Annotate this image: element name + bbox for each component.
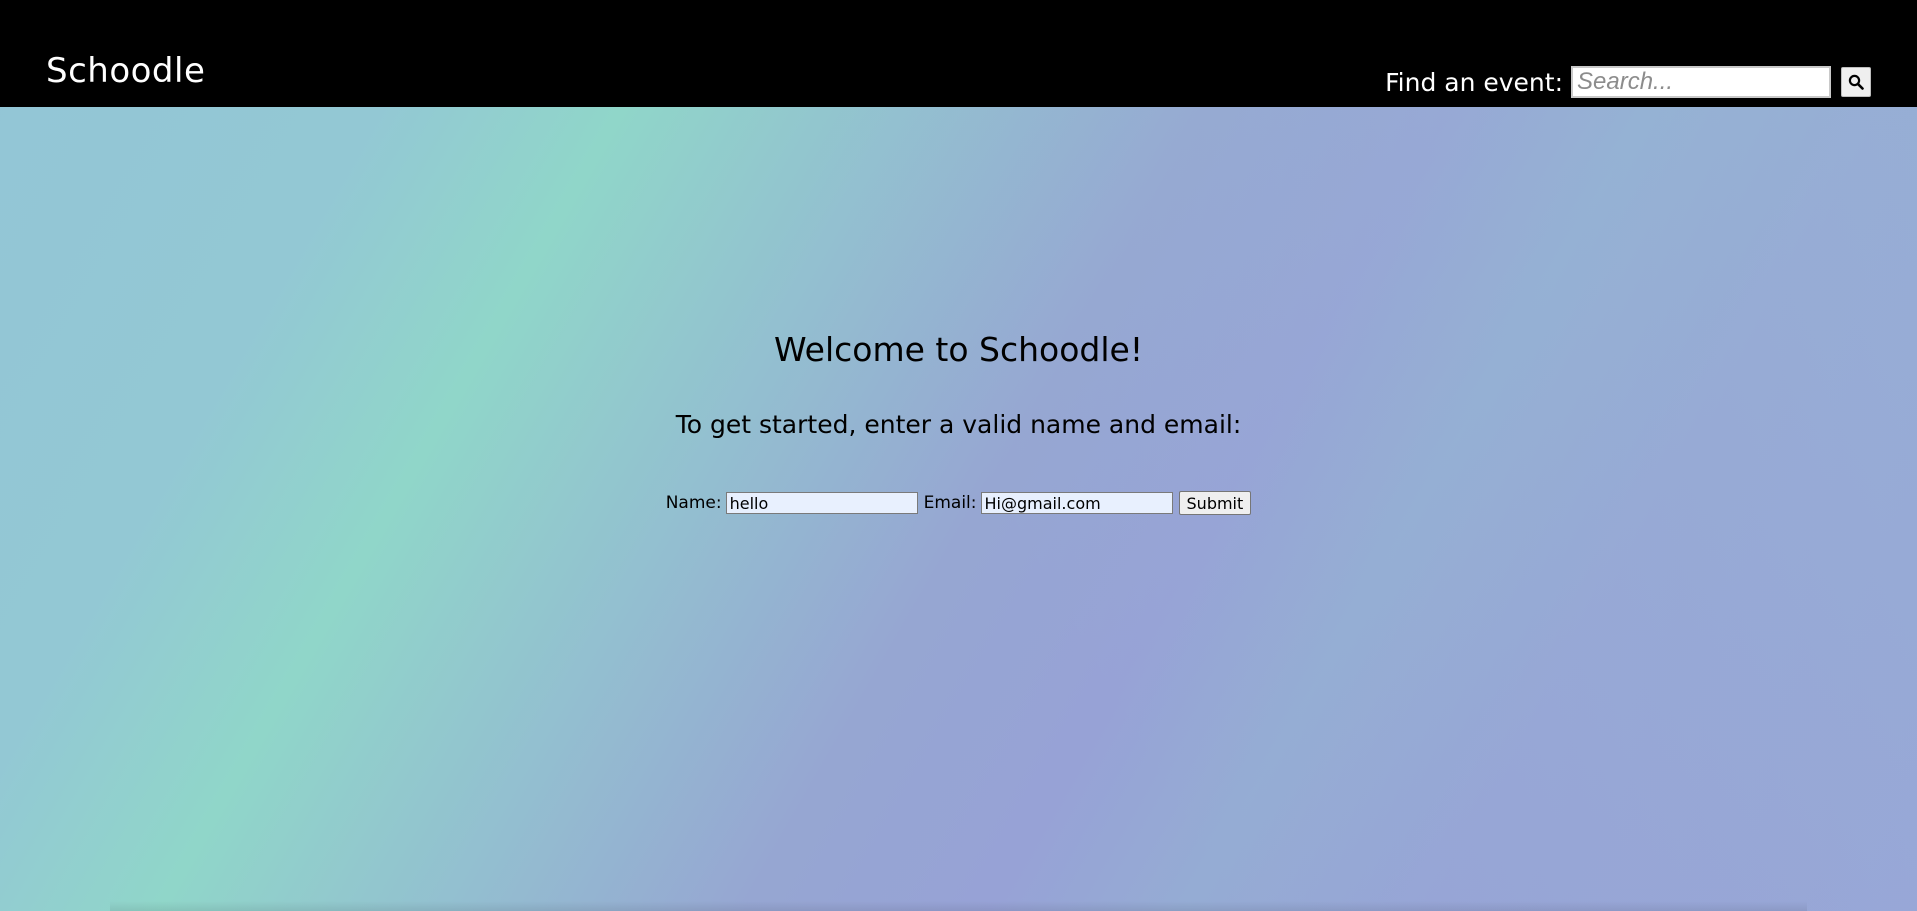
site-logo[interactable]: Schoodle	[46, 54, 205, 88]
submit-button[interactable]: Submit	[1178, 491, 1252, 515]
instructions-text: To get started, enter a valid name and e…	[675, 410, 1242, 439]
event-search: Find an event:	[1385, 66, 1871, 98]
bottom-shadow	[110, 901, 1807, 911]
search-icon	[1848, 74, 1864, 90]
email-label: Email:	[923, 493, 977, 513]
email-field[interactable]	[980, 492, 1173, 514]
search-input[interactable]	[1571, 66, 1831, 98]
top-navbar: Schoodle Find an event:	[0, 0, 1917, 107]
welcome-title: Welcome to Schoodle!	[773, 330, 1144, 369]
signup-form: Name: Email: Submit	[0, 491, 1917, 515]
search-button[interactable]	[1841, 67, 1871, 97]
name-label: Name:	[665, 493, 722, 513]
background-gradient	[0, 0, 1917, 911]
search-label: Find an event:	[1385, 67, 1563, 97]
name-field[interactable]	[725, 492, 918, 514]
